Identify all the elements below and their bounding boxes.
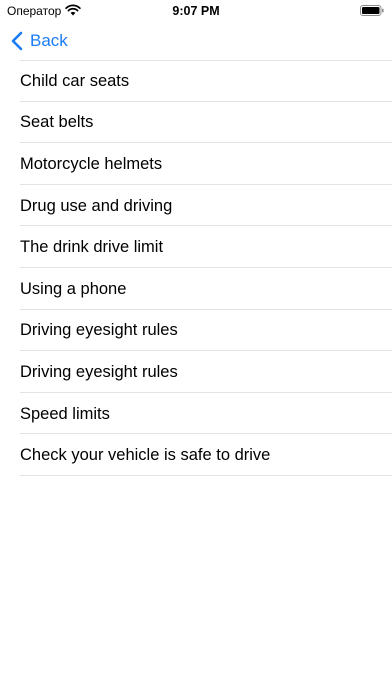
list-item[interactable]: Seat belts [0,102,392,144]
status-bar: Оператор 9:07 PM [0,0,392,22]
list-item-label: Child car seats [20,71,130,90]
list-item-label: Using a phone [20,279,127,298]
navigation-bar: Back [0,22,392,60]
list-item[interactable]: Speed limits [0,393,392,435]
list-item-label: The drink drive limit [20,238,164,257]
chevron-left-icon [11,31,23,51]
list-item-label: Driving eyesight rules [20,362,178,381]
list-item[interactable]: The drink drive limit [0,226,392,268]
list-item-label: Check your vehicle is safe to drive [20,446,271,465]
status-time: 9:07 PM [172,4,220,18]
topic-list: Child car seats Seat belts Motorcycle he… [0,60,392,476]
list-item-label: Motorcycle helmets [20,154,163,173]
list-item[interactable]: Driving eyesight rules [0,310,392,352]
back-label: Back [30,31,68,50]
back-button[interactable]: Back [10,28,68,54]
list-item-label: Seat belts [20,113,94,132]
list-item[interactable]: Drug use and driving [0,185,392,227]
list-item-label: Driving eyesight rules [20,321,178,340]
list-item[interactable]: Check your vehicle is safe to drive [0,434,392,476]
list-item-label: Speed limits [20,404,110,423]
list-item[interactable]: Child car seats [0,60,392,102]
list-item-label: Drug use and driving [20,196,173,215]
list-item[interactable]: Motorcycle helmets [0,143,392,185]
list-item[interactable]: Driving eyesight rules [0,351,392,393]
battery-icon [360,5,384,16]
list-item[interactable]: Using a phone [0,268,392,310]
